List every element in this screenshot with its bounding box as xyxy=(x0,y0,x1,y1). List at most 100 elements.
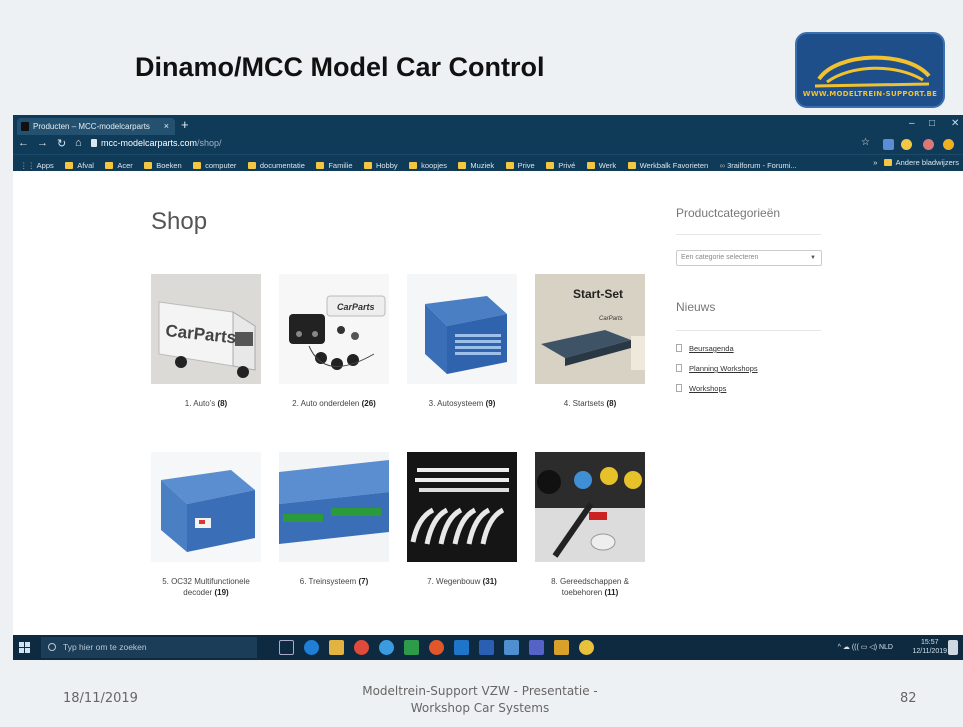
product-thumbnail[interactable] xyxy=(151,452,261,562)
url-field[interactable]: mcc-modelcarparts.com/shop/ xyxy=(101,138,222,148)
browser-tab[interactable]: Producten – MCC-modelcarparts × xyxy=(17,118,175,135)
home-icon[interactable]: ⌂ xyxy=(75,137,82,149)
folder-icon xyxy=(144,162,153,169)
product-thumbnail[interactable]: CarParts xyxy=(279,274,389,384)
bookmark-forum[interactable]: ∞ 3railforum - Forumi... xyxy=(720,158,797,171)
bookmark-folder[interactable]: Werkbalk Favorieten xyxy=(627,158,708,171)
folder-icon xyxy=(105,162,114,169)
bookmark-folder[interactable]: koopjes xyxy=(409,158,447,171)
extension-icon[interactable] xyxy=(883,139,894,150)
bookmark-folder[interactable]: Werk xyxy=(586,158,616,171)
logo-text: WWW.MODELTREIN-SUPPORT.BE xyxy=(802,90,938,98)
product-category-card[interactable]: CarParts 1. Auto's (8) xyxy=(151,274,261,409)
bookmark-folder[interactable]: Prive xyxy=(505,158,535,171)
taskbar-search-input[interactable]: Typ hier om te zoeken xyxy=(41,637,257,658)
task-view-icon[interactable] xyxy=(279,640,294,655)
profile-avatar-icon[interactable] xyxy=(923,139,934,150)
bookmark-overflow[interactable]: » xyxy=(873,158,877,167)
bookmark-folder[interactable]: Acer xyxy=(105,158,133,171)
internet-explorer-icon[interactable] xyxy=(379,640,394,655)
road-building-image xyxy=(410,468,509,545)
file-explorer-icon[interactable] xyxy=(329,640,344,655)
product-caption[interactable]: 7. Wegenbouw (31) xyxy=(407,576,517,587)
product-category-card[interactable]: 8. Gereedschappen & toebehoren (11) xyxy=(535,452,645,598)
category-select[interactable]: Een categorie selecteren ▼ xyxy=(676,250,822,266)
search-placeholder: Typ hier om te zoeken xyxy=(63,642,147,652)
bookmark-folder[interactable]: Boeken xyxy=(144,158,182,171)
bookmark-folder[interactable]: Privé xyxy=(546,158,575,171)
product-caption[interactable]: 4. Startsets (8) xyxy=(535,398,645,409)
app-icon[interactable] xyxy=(554,640,569,655)
maximize-icon[interactable]: □ xyxy=(929,118,935,129)
clock[interactable]: 15:57 12/11/2019 xyxy=(912,638,947,656)
product-category-card[interactable]: CarParts 2. Auto onderdelen (26) xyxy=(279,274,389,409)
bookmark-folder[interactable]: Afval xyxy=(65,158,94,171)
product-caption[interactable]: 8. Gereedschappen & toebehoren (11) xyxy=(535,576,645,598)
product-category-card[interactable]: 6. Treinsysteem (7) xyxy=(279,452,389,587)
shop-page: Shop CarParts 1. Auto's (8) CarParts 2. … xyxy=(13,172,963,635)
bookmark-folder[interactable]: Hobby xyxy=(363,158,398,171)
bookmark-folder[interactable]: documentatie xyxy=(247,158,305,171)
firefox-icon[interactable] xyxy=(429,640,444,655)
news-heading: Nieuws xyxy=(676,300,716,314)
product-category-card[interactable]: 5. OC32 Multifunctionele decoder (19) xyxy=(151,452,261,598)
start-set-image: Start-Set CarParts xyxy=(535,274,645,384)
product-category-card[interactable]: Start-Set CarParts 4. Startsets (8) xyxy=(535,274,645,409)
new-tab-button[interactable]: + xyxy=(181,117,189,132)
app-icon[interactable] xyxy=(579,640,594,655)
word-icon[interactable] xyxy=(479,640,494,655)
tab-close-icon[interactable]: × xyxy=(164,118,169,135)
divider xyxy=(676,234,821,235)
product-thumbnail[interactable] xyxy=(535,452,645,562)
product-thumbnail[interactable]: Start-Set CarParts xyxy=(535,274,645,384)
product-thumbnail[interactable]: CarParts xyxy=(151,274,261,384)
product-category-card[interactable]: 7. Wegenbouw (31) xyxy=(407,452,517,587)
product-caption[interactable]: 3. Autosysteem (9) xyxy=(407,398,517,409)
url-path: /shop/ xyxy=(197,138,222,148)
product-thumbnail[interactable] xyxy=(407,452,517,562)
reload-icon[interactable]: ↻ xyxy=(57,137,66,150)
address-bar-row: ← → ↻ ⌂ mcc-modelcarparts.com/shop/ ☆ xyxy=(13,135,963,154)
product-category-card[interactable]: 3. Autosysteem (9) xyxy=(407,274,517,409)
outlook-icon[interactable] xyxy=(454,640,469,655)
forward-icon[interactable]: → xyxy=(37,137,48,149)
bookmark-folder[interactable]: Muziek xyxy=(458,158,494,171)
language-indicator: NLD xyxy=(878,644,893,651)
extension-icon[interactable] xyxy=(943,139,954,150)
edge-icon[interactable] xyxy=(304,640,319,655)
folder-icon xyxy=(458,162,467,169)
train-system-image xyxy=(279,460,389,544)
windows-start-icon[interactable] xyxy=(19,642,30,653)
product-caption[interactable]: 5. OC32 Multifunctionele decoder (19) xyxy=(151,576,261,598)
news-link[interactable]: Beursagenda xyxy=(676,344,734,353)
folder-icon xyxy=(65,162,74,169)
notifications-icon[interactable] xyxy=(948,640,958,655)
product-thumbnail[interactable] xyxy=(407,274,517,384)
chrome-icon[interactable] xyxy=(354,640,369,655)
bookmark-folder[interactable]: computer xyxy=(193,158,236,171)
app-icon[interactable] xyxy=(529,640,544,655)
bookmark-apps[interactable]: ⋮⋮ Apps xyxy=(20,158,54,171)
minimize-icon[interactable]: – xyxy=(909,118,915,129)
clock-time: 15:57 xyxy=(920,639,939,646)
slide-number: 82 xyxy=(900,691,917,706)
app-icon[interactable] xyxy=(504,640,519,655)
document-icon xyxy=(676,384,682,392)
news-link[interactable]: Workshops xyxy=(676,384,726,393)
carparts-label: CarParts xyxy=(599,316,623,322)
product-thumbnail[interactable] xyxy=(279,452,389,562)
product-caption[interactable]: 6. Treinsysteem (7) xyxy=(279,576,389,587)
bookmark-folder[interactable]: Familie xyxy=(316,158,353,171)
bookmark-other[interactable]: » Andere bladwijzers xyxy=(873,155,959,171)
product-caption[interactable]: 1. Auto's (8) xyxy=(151,398,261,409)
product-caption[interactable]: 2. Auto onderdelen (26) xyxy=(279,398,389,409)
news-link[interactable]: Planning Workshops xyxy=(676,364,758,373)
excel-icon[interactable] xyxy=(404,640,419,655)
close-window-icon[interactable]: ✕ xyxy=(951,118,959,129)
system-tray-icons[interactable]: ^ ☁ ((( ▭ ◁) NLD xyxy=(838,643,893,651)
extension-icon[interactable] xyxy=(901,139,912,150)
folder-icon xyxy=(247,162,256,169)
star-bookmark-icon[interactable]: ☆ xyxy=(861,137,870,148)
car-system-box-image xyxy=(425,296,507,374)
back-icon[interactable]: ← xyxy=(18,137,29,149)
